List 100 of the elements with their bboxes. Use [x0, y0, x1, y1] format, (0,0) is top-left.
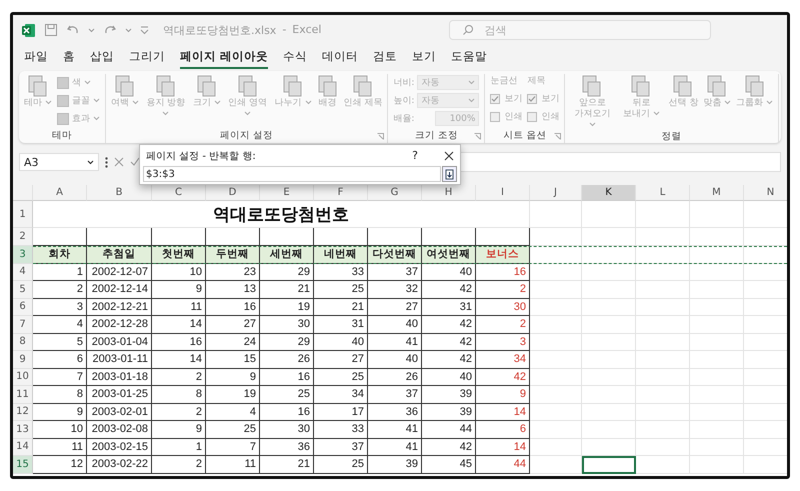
row-header[interactable]: 3: [13, 246, 33, 264]
table-cell: 2002-12-21: [87, 298, 152, 316]
table-cell: 2: [476, 281, 530, 298]
close-icon[interactable]: [444, 150, 454, 160]
table-cell: 16: [260, 404, 314, 421]
help-button[interactable]: ?: [400, 149, 430, 162]
ribbon-tab[interactable]: 홈: [63, 46, 75, 68]
row-header[interactable]: 12: [13, 404, 33, 421]
table-cell: 17: [314, 404, 368, 421]
table-cell: 16: [260, 368, 314, 386]
ribbon-tab[interactable]: 수식: [283, 46, 308, 68]
row-header[interactable]: 10: [13, 368, 33, 386]
table-cell: 19: [260, 298, 314, 316]
column-header[interactable]: M: [690, 185, 744, 201]
field-label: 배율:: [393, 113, 414, 125]
table-cell: 40: [422, 368, 476, 386]
table-cell: 2: [152, 404, 206, 421]
row-header[interactable]: 13: [13, 421, 33, 438]
document-icon: [706, 74, 728, 98]
column-header[interactable]: I: [476, 185, 530, 201]
range-field[interactable]: $3:$3: [143, 166, 441, 182]
table-cell: 42: [422, 316, 476, 334]
table-cell: 30: [476, 298, 530, 316]
name-box[interactable]: A3: [19, 153, 99, 171]
table-cell: 1: [152, 438, 206, 456]
column-heading-cell: 보너스: [476, 246, 530, 264]
table-cell: 2: [152, 456, 206, 474]
row-header[interactable]: 9: [13, 351, 33, 368]
table-cell: 37: [368, 264, 422, 281]
ribbon-tab[interactable]: 파일: [24, 46, 48, 68]
column-header[interactable]: K: [582, 185, 636, 201]
expand-dialog-button[interactable]: [442, 166, 457, 182]
ribbon-tab[interactable]: 데이터: [322, 46, 358, 68]
caret-icon: [125, 28, 132, 32]
spreadsheet-app-icon[interactable]: [21, 22, 36, 38]
checkbox-label: 보기: [541, 93, 560, 105]
table-cell: 44: [476, 456, 530, 474]
table-cell: 5: [33, 334, 87, 351]
row-header[interactable]: 5: [13, 281, 33, 298]
group-label: 테마: [52, 130, 72, 142]
table-cell: 14: [152, 351, 206, 368]
table-cell: 42: [422, 351, 476, 368]
column-heading-cell: 네번째: [314, 246, 368, 264]
column-header[interactable]: L: [636, 185, 690, 201]
table-cell: 2: [476, 316, 530, 334]
ribbon-tab[interactable]: 삽입: [90, 46, 114, 68]
ribbon-tab[interactable]: 도움말: [451, 46, 488, 68]
ribbon-tab[interactable]: 검토: [373, 46, 398, 68]
table-cell: 11: [33, 438, 87, 456]
column-heading-cell: 첫번째: [152, 246, 206, 264]
row-header[interactable]: 6: [13, 298, 33, 316]
table-cell: 16: [152, 334, 206, 351]
search-icon: [462, 24, 474, 36]
cancel-icon[interactable]: [114, 157, 124, 167]
check-icon[interactable]: [130, 157, 140, 167]
column-header[interactable]: A: [33, 185, 87, 201]
more-icon[interactable]: [105, 156, 108, 168]
table-cell: 25: [314, 368, 368, 386]
table-cell: 2003-02-08: [87, 421, 152, 438]
table-cell: 34: [476, 351, 530, 368]
table-cell: 44: [422, 421, 476, 438]
table-cell: 27: [368, 298, 422, 316]
row-header[interactable]: 11: [13, 386, 33, 404]
ribbon-tab[interactable]: 그리기: [129, 46, 165, 68]
row-header[interactable]: 7: [13, 316, 33, 334]
table-cell: 24: [206, 334, 260, 351]
table-cell: 30: [260, 316, 314, 334]
table-cell: 31: [314, 316, 368, 334]
table-cell: 39: [422, 404, 476, 421]
save-icon[interactable]: [44, 23, 58, 37]
table-cell: 41: [368, 438, 422, 456]
row-header[interactable]: 1: [13, 201, 33, 228]
active-cell[interactable]: [582, 456, 636, 474]
row-header[interactable]: 2: [13, 228, 33, 246]
field-label: 높이:: [393, 95, 414, 107]
table-cell: 25: [314, 281, 368, 298]
column-header[interactable]: N: [744, 185, 787, 201]
customize-icon[interactable]: [140, 26, 149, 34]
table-cell: 9: [33, 404, 87, 421]
row-header[interactable]: 8: [13, 334, 33, 351]
row-header[interactable]: 4: [13, 264, 33, 281]
table-cell: 7: [206, 438, 260, 456]
table-cell: 21: [260, 281, 314, 298]
table-cell: 2003-02-22: [87, 456, 152, 474]
table-cell: 1: [33, 264, 87, 281]
table-cell: 25: [206, 421, 260, 438]
ribbon-tab[interactable]: 페이지 레이아웃: [180, 46, 268, 68]
table-cell: 15: [206, 351, 260, 368]
table-cell: 39: [422, 386, 476, 404]
group-label: 시트 옵션: [503, 130, 546, 142]
ribbon-tab[interactable]: 보기: [412, 46, 436, 68]
row-header[interactable]: 15: [13, 456, 33, 474]
document-icon: [154, 74, 177, 98]
table-cell: 14: [476, 404, 530, 421]
table-cell: 4: [206, 404, 260, 421]
document-icon: [236, 74, 259, 98]
table-cell: 37: [314, 438, 368, 456]
table-cell: 37: [368, 386, 422, 404]
column-heading-cell: 여섯번째: [422, 246, 476, 264]
row-header[interactable]: 14: [13, 438, 33, 456]
